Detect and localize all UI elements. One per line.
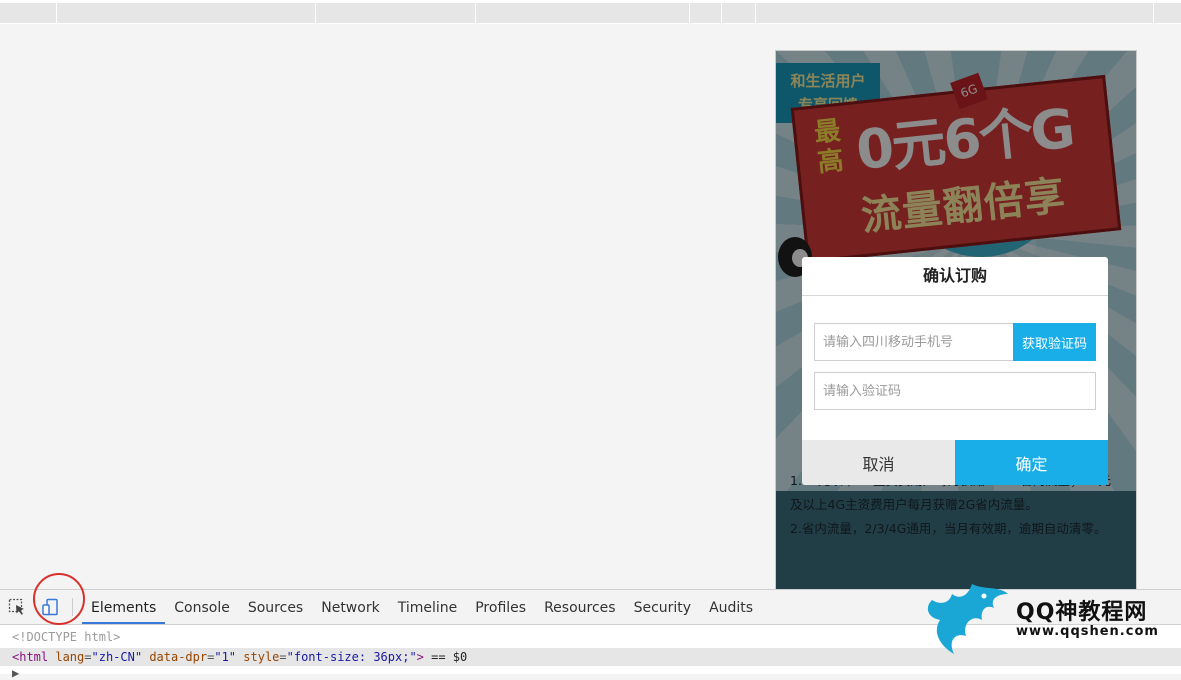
cancel-button[interactable]: 取消 (802, 440, 955, 485)
dom-head-line[interactable]: ▶ (12, 666, 19, 680)
tab-timeline[interactable]: Timeline (389, 590, 467, 624)
tab-console[interactable]: Console (165, 590, 239, 624)
tab-audits[interactable]: Audits (700, 590, 762, 624)
media-query-ruler (0, 0, 1181, 24)
dom-doctype-line[interactable]: <!DOCTYPE html> (12, 630, 120, 644)
attr-name: style (243, 650, 280, 664)
ruler-segment[interactable] (756, 3, 1154, 23)
verification-code-input[interactable] (814, 372, 1096, 410)
watermark-name: QQ神教程网 (1016, 600, 1148, 625)
dialog-actions: 取消 确定 (802, 440, 1108, 485)
attr-name: data-dpr (149, 650, 208, 664)
dialog-title: 确认订购 (802, 257, 1108, 296)
confirm-button[interactable]: 确定 (955, 440, 1108, 485)
html-tag-open: <html (12, 650, 49, 664)
watermark-url: www.qqshen.com (1016, 624, 1159, 639)
html-tag-close: > (416, 650, 424, 664)
dragon-logo-icon (927, 584, 1008, 654)
ruler-segment[interactable] (57, 3, 316, 23)
tab-resources[interactable]: Resources (535, 590, 625, 624)
phone-row: 获取验证码 (814, 323, 1096, 361)
ruler-segment[interactable] (722, 3, 756, 23)
tab-network[interactable]: Network (312, 590, 388, 624)
devtools-tabs: Elements Console Sources Network Timelin… (82, 590, 762, 624)
attr-value: "font-size: 36px;" (286, 650, 417, 664)
dom-html-line[interactable]: <html lang="zh-CN" data-dpr="1" style="f… (12, 650, 467, 664)
inspect-element-icon[interactable] (8, 598, 26, 616)
selected-node-marker: == $0 (423, 650, 468, 664)
attr-value: "1" (214, 650, 237, 664)
tab-profiles[interactable]: Profiles (466, 590, 535, 624)
get-code-button[interactable]: 获取验证码 (1013, 323, 1096, 361)
tab-security[interactable]: Security (625, 590, 701, 624)
device-emulator-screen: 和生活用户 专享回馈 最高 0元6个G 流量翻倍享 6G 1.88元以下4G主资… (775, 50, 1137, 592)
ruler-segment[interactable] (0, 3, 57, 23)
order-confirm-dialog: 确认订购 获取验证码 取消 确定 (802, 257, 1108, 485)
tab-sources[interactable]: Sources (239, 590, 312, 624)
attr-value: "zh-CN" (91, 650, 143, 664)
phone-number-input[interactable] (814, 323, 1013, 361)
watermark: QQ神教程网 www.qqshen.com (922, 580, 1172, 658)
attr-name: lang (55, 650, 85, 664)
ruler-segment[interactable] (1154, 3, 1181, 23)
ruler-segment[interactable] (690, 3, 722, 23)
annotation-circle (33, 573, 85, 625)
ruler-segment[interactable] (476, 3, 690, 23)
tab-elements[interactable]: Elements (82, 590, 166, 624)
ruler-segment[interactable] (316, 3, 476, 23)
